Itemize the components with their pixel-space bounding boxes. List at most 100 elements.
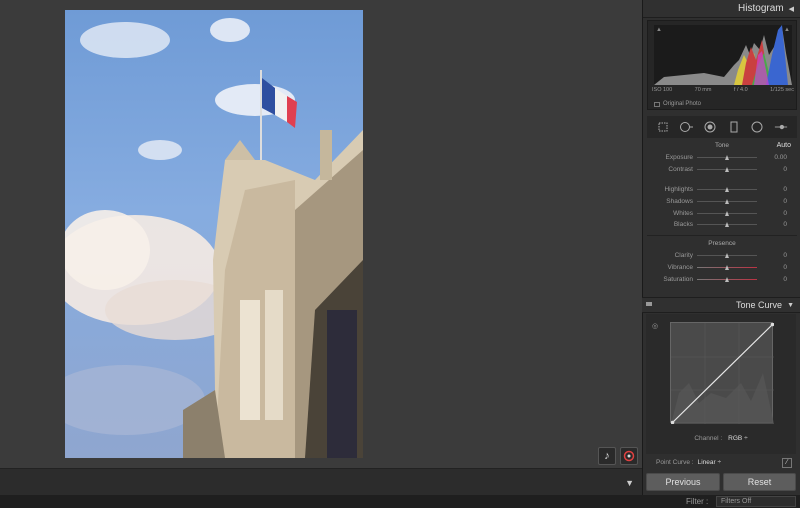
tool-strip — [647, 116, 797, 138]
histogram-panel: ▲ ▲ ISO 100 70 mm f / 4.0 1/125 sec Orig… — [647, 20, 797, 110]
focal-length-value: 70 mm — [694, 87, 712, 93]
tone-section-title: Tone Auto — [647, 142, 797, 152]
tone-curve-header[interactable]: Tone Curve ▼ — [642, 297, 800, 313]
slider-label: Saturation — [663, 275, 693, 283]
filter-bar: Filter : Filters Off — [0, 495, 800, 508]
slider-value[interactable]: 0 — [761, 221, 787, 228]
slider-value[interactable]: 0 — [761, 252, 787, 259]
slider-label: Exposure — [665, 154, 693, 162]
histogram-graph[interactable]: ▲ ▲ — [654, 25, 792, 85]
slider-label: Highlights — [664, 185, 693, 193]
iso-value: ISO 100 — [652, 87, 673, 93]
toolbar-dropdown-icon[interactable]: ▼ — [625, 478, 634, 488]
contrast-slider[interactable]: Contrast 0 — [647, 164, 797, 176]
slider-track[interactable] — [697, 186, 757, 192]
slider-knob[interactable] — [725, 198, 729, 204]
slider-track[interactable] — [697, 210, 757, 216]
slider-knob[interactable] — [725, 222, 729, 228]
slider-label: Whites — [673, 209, 693, 217]
tone-curve-panel: ◎ Channel : RGB ÷ — [646, 314, 796, 454]
slider-track[interactable] — [697, 276, 757, 282]
slider-value[interactable]: 0 — [761, 276, 787, 283]
shadow-clip-icon[interactable]: ▲ — [656, 27, 662, 33]
divider — [647, 234, 797, 236]
edit-point-curve-icon[interactable]: ⁄ — [782, 458, 792, 468]
slider-value[interactable]: 0 — [761, 166, 787, 173]
presence-label: Presence — [708, 239, 736, 247]
spot-removal-icon[interactable] — [679, 120, 694, 134]
original-photo-checkbox[interactable] — [654, 101, 660, 107]
slider-value[interactable]: 0 — [761, 264, 787, 271]
slider-knob[interactable] — [725, 253, 729, 259]
targeted-adjustment-icon[interactable]: ◎ — [652, 322, 658, 330]
panel-switch-icon[interactable] — [646, 302, 652, 306]
highlights-slider[interactable]: Highlights 0 — [647, 184, 797, 196]
collapse-triangle-icon[interactable]: ◀ — [789, 5, 794, 13]
slider-track[interactable] — [697, 253, 757, 259]
slider-label: Vibrance — [667, 263, 693, 271]
slider-knob[interactable] — [725, 276, 729, 282]
histogram-title: Histogram — [738, 3, 784, 14]
photo-preview[interactable] — [65, 10, 363, 458]
bottom-toolbar: ▼ — [0, 468, 642, 495]
aperture-value: f / 4.0 — [733, 87, 748, 93]
slider-value[interactable]: 0 — [761, 210, 787, 217]
auto-tone-button[interactable]: Auto — [777, 142, 791, 149]
graduated-filter-icon[interactable] — [727, 120, 741, 134]
slider-knob[interactable] — [725, 155, 729, 161]
slider-track[interactable] — [697, 167, 757, 173]
microphone-icon[interactable]: ♪ — [598, 447, 616, 465]
filter-select[interactable]: Filters Off — [716, 496, 796, 507]
slider-track[interactable] — [697, 155, 757, 161]
saturation-slider[interactable]: Saturation 0 — [647, 273, 797, 285]
point-curve-row: Point Curve : Linear ÷ ⁄ — [642, 456, 800, 470]
channel-label: Channel : — [694, 435, 723, 442]
crop-icon[interactable] — [656, 120, 670, 134]
point-curve-label: Point Curve : — [656, 459, 694, 466]
filter-label: Filter : — [686, 497, 709, 506]
shutter-value: 1/125 sec — [770, 87, 794, 93]
shadows-slider[interactable]: Shadows 0 — [647, 195, 797, 207]
image-canvas[interactable]: ♪ — [0, 0, 642, 468]
original-photo-label: Original Photo — [663, 101, 702, 107]
slider-label: Blacks — [673, 221, 693, 229]
slider-knob[interactable] — [725, 210, 729, 216]
slider-label: Shadows — [666, 197, 693, 205]
slider-value[interactable]: 0 — [761, 198, 787, 205]
histogram-header[interactable]: Histogram ◀ — [643, 0, 800, 18]
blacks-slider[interactable]: Blacks 0 — [647, 219, 797, 231]
adjustment-brush-icon[interactable] — [774, 120, 788, 134]
previous-button[interactable]: Previous — [646, 473, 720, 491]
slider-track[interactable] — [697, 264, 757, 270]
original-photo-toggle[interactable]: Original Photo — [654, 101, 701, 107]
vibrance-slider[interactable]: Vibrance 0 — [647, 262, 797, 274]
exposure-slider[interactable]: Exposure 0.00 — [647, 152, 797, 164]
tone-label: Tone — [714, 142, 730, 149]
slider-value[interactable]: 0 — [761, 186, 787, 193]
slider-label: Clarity — [674, 252, 693, 260]
clarity-slider[interactable]: Clarity 0 — [647, 250, 797, 262]
red-eye-icon[interactable] — [703, 120, 717, 134]
lightroom-develop-window: ♪ ▼ Histogram ◀ ▲ ▲ ISO 100 70 mm f / 4.… — [0, 0, 800, 508]
channel-selector[interactable]: Channel : RGB ÷ — [646, 435, 796, 442]
tone-curve-graph[interactable] — [670, 322, 775, 425]
tone-curve-title: Tone Curve — [736, 300, 783, 310]
slider-track[interactable] — [697, 198, 757, 204]
highlight-clip-icon[interactable]: ▲ — [784, 27, 790, 33]
slider-value[interactable]: 0.00 — [761, 154, 787, 161]
reset-button[interactable]: Reset — [723, 473, 796, 491]
radial-filter-icon[interactable] — [750, 120, 764, 134]
whites-slider[interactable]: Whites 0 — [647, 207, 797, 219]
point-curve-select[interactable]: Linear ÷ — [698, 459, 721, 466]
slider-label: Contrast — [668, 166, 693, 174]
slider-track[interactable] — [697, 222, 757, 228]
presence-section-title: Presence — [647, 240, 797, 250]
slider-knob[interactable] — [725, 186, 729, 192]
collapse-triangle-icon[interactable]: ▼ — [787, 302, 794, 309]
slider-knob[interactable] — [725, 264, 729, 270]
exif-info: ISO 100 70 mm f / 4.0 1/125 sec — [652, 87, 794, 93]
record-icon[interactable] — [620, 447, 638, 465]
channel-value[interactable]: RGB ÷ — [728, 435, 747, 442]
slider-knob[interactable] — [725, 167, 729, 173]
